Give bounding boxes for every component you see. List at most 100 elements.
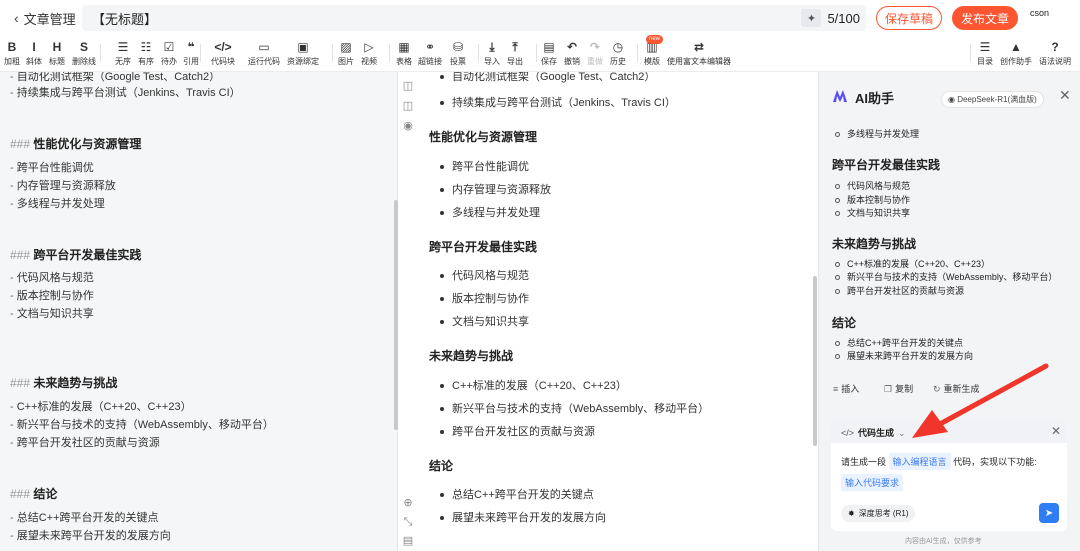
editor-list-line[interactable]: - 总结C++跨平台开发的关键点 — [10, 509, 159, 525]
copy-button[interactable]: ❐ 复制 — [884, 382, 913, 395]
model-selector[interactable]: ◉ DeepSeek-R1(满血版) — [941, 91, 1044, 108]
list-dash: - — [10, 419, 17, 431]
toolbar-15-button[interactable]: ⛁ 投票 — [444, 40, 472, 67]
preview-list-item: 持续集成与跨平台测试（Jenkins、Travis CI） — [440, 94, 676, 110]
publish-button[interactable]: 发布文章 — [952, 6, 1018, 30]
code-mode-label: 代码生成 — [858, 428, 895, 438]
toolbar-icon: ☰ — [979, 40, 991, 54]
requirement-input[interactable]: 输入代码要求 — [841, 474, 904, 491]
list-text: 自动化测试框架（Google Test、Catch2） — [16, 72, 221, 83]
toolbar-13-button[interactable]: ▦ 表格 — [390, 40, 418, 67]
editor-list-line[interactable]: - 展望未来跨平台开发的发展方向 — [10, 527, 171, 543]
list-text: 多线程与并发处理 — [16, 198, 105, 210]
editor-list-line[interactable]: - 跨平台性能调优 — [10, 159, 94, 175]
toolbar-22-button[interactable]: ▥ 模版 new — [638, 35, 666, 67]
toolbar-8-button[interactable]: </> 代码块 — [209, 40, 237, 67]
toolbar-label: 资源绑定 — [287, 57, 319, 66]
toolbar-3-button[interactable]: S 删除线 — [70, 40, 98, 67]
article-title[interactable]: 【无标题】 — [92, 9, 801, 28]
toolbar-14-button[interactable]: ⚭ 超链接 — [416, 40, 444, 67]
deep-think-toggle[interactable]: ✸ 深度思考 (R1) — [841, 505, 916, 522]
ai-answer-item: 总结C++跨平台开发的关键点 — [835, 336, 963, 349]
toolbar-icon: ▭ — [258, 40, 270, 54]
toolbar-icon: ⤓ — [489, 40, 495, 54]
toolbar-9-button[interactable]: ▭ 运行代码 — [248, 40, 280, 67]
editor-list-line[interactable]: - 持续集成与跨平台测试（Jenkins、Travis CI） — [10, 84, 241, 100]
close-icon[interactable]: ✕ — [1059, 87, 1071, 104]
editor-list-line[interactable]: - 版本控制与协作 — [10, 287, 94, 303]
editor-list-line[interactable]: - C++标准的发展（C++20、C++23） — [10, 398, 192, 414]
toolbar-label: 引用 — [183, 57, 199, 66]
copy-icon: ❐ — [884, 384, 893, 394]
editor-scrollbar[interactable] — [394, 200, 398, 430]
insert-button[interactable]: ≡ 插入 — [833, 382, 859, 395]
language-input[interactable]: 输入编程语言 — [888, 453, 951, 470]
avatar-text: cson — [1030, 8, 1050, 18]
code-icon: </> — [841, 428, 855, 438]
split-view-icon[interactable]: ◫ — [402, 100, 414, 112]
save-draft-button[interactable]: 保存草稿 — [876, 6, 942, 30]
editor-heading[interactable]: ### 性能优化与资源管理 — [10, 135, 141, 152]
chevron-down-icon: ⌄ — [898, 428, 906, 438]
toolbar-21-button[interactable]: ◷ 历史 — [604, 40, 632, 67]
toolbar-icon: ↶ — [566, 40, 578, 54]
whale-icon: ◉ — [948, 95, 958, 104]
editor-list-line[interactable]: - 多线程与并发处理 — [10, 195, 105, 211]
toolbar-26-button[interactable]: ? 语法说明 — [1039, 40, 1071, 67]
preview-list-item: 新兴平台与技术的支持（WebAssembly、移动平台） — [440, 400, 709, 416]
preview-scrollbar[interactable] — [813, 276, 817, 446]
toolbar-10-button[interactable]: ▣ 资源绑定 — [287, 40, 319, 67]
toolbar-label: 目录 — [977, 57, 993, 66]
editor-list-line[interactable]: - 代码风格与规范 — [10, 269, 94, 285]
toolbar-label: 语法说明 — [1039, 57, 1071, 66]
avatar[interactable]: cson — [1030, 8, 1049, 18]
preview-eye-icon[interactable]: ◉ — [402, 120, 414, 132]
refresh-icon: ↻ — [933, 384, 941, 394]
toolbar-12-button[interactable]: ▷ 视频 — [355, 40, 383, 67]
toolbar-24-button[interactable]: ☰ 目录 — [971, 40, 999, 67]
heading-hash: ### — [10, 137, 31, 151]
locate-icon[interactable]: ⊕ — [402, 497, 414, 509]
list-dash: - — [10, 272, 17, 284]
editor-list-line[interactable]: - 新兴平台与技术的支持（WebAssembly、移动平台） — [10, 416, 274, 432]
expand-icon[interactable]: ⤡ — [402, 516, 414, 528]
heading-text: 跨平台开发最佳实践 — [33, 248, 142, 262]
heading-hash: ### — [10, 376, 31, 390]
close-card-icon[interactable]: ✕ — [1051, 424, 1061, 438]
title-input[interactable]: 【无标题】 ✦ 5/100 — [82, 5, 866, 31]
send-button[interactable]: ➤ — [1039, 503, 1059, 523]
editor-list-line[interactable]: - 跨平台开发社区的贡献与资源 — [10, 434, 160, 450]
toolbar-label: 视频 — [361, 57, 377, 66]
layout-icon[interactable]: ▤ — [402, 535, 414, 547]
toolbar-divider — [970, 44, 971, 62]
toolbar-icon: ↷ — [589, 40, 601, 54]
magic-wand-icon[interactable]: ✦ — [801, 9, 822, 27]
toolbar-divider — [100, 44, 101, 62]
editor-heading[interactable]: ### 结论 — [10, 485, 57, 502]
back-link[interactable]: ‹ 文章管理 — [14, 9, 86, 28]
ai-answer-item: 跨平台开发社区的贡献与资源 — [835, 284, 964, 297]
preview-list-item: 自动化测试框架（Google Test、Catch2） — [440, 72, 655, 84]
deep-think-icon: ✸ — [848, 509, 855, 518]
editor-list-line[interactable]: - 文档与知识共享 — [10, 305, 94, 321]
editor-heading[interactable]: ### 未来趋势与挑战 — [10, 374, 117, 391]
toolbar-divider — [200, 44, 201, 62]
toolbar-2-button[interactable]: H 标题 — [43, 40, 71, 67]
toolbar-17-button[interactable]: ⤒ 导出 — [501, 40, 529, 67]
toolbar-25-button[interactable]: ▲ 创作助手 — [1000, 40, 1032, 67]
toolbar-23-button[interactable]: ⇄ 使用富文本编辑器 — [663, 40, 735, 67]
code-mode-dropdown[interactable]: </> 代码生成 ⌄ — [841, 426, 906, 439]
regenerate-button[interactable]: ↻ 重新生成 — [933, 382, 980, 395]
editor-list-line[interactable]: - 自动化测试框架（Google Test、Catch2） — [10, 72, 220, 84]
insert-icon: ≡ — [833, 384, 839, 394]
toolbar-icon: ▤ — [543, 40, 555, 54]
toolbar-icon: ⚭ — [424, 40, 436, 54]
preview-heading: 性能优化与资源管理 — [429, 130, 538, 144]
toolbar-icon: ☑ — [163, 40, 175, 54]
editor-heading[interactable]: ### 跨平台开发最佳实践 — [10, 246, 141, 263]
editor-toolbar: B 加粗 I 斜体 H 标题 S 删除线 ☰ 无序 ☷ 有序 ☑ 待办 ❝ 引用 </> 代码块 ▭ 运行代码 ▣ 资源绑… — [0, 35, 1080, 72]
markdown-editor[interactable]: - 自动化测试框架（Google Test、Catch2） - 持续集成与跨平台测… — [0, 72, 398, 551]
sync-scroll-icon[interactable]: ◫ — [402, 80, 414, 92]
editor-list-line[interactable]: - 内存管理与资源释放 — [10, 177, 116, 193]
toolbar-icon: ? — [1051, 40, 1059, 54]
